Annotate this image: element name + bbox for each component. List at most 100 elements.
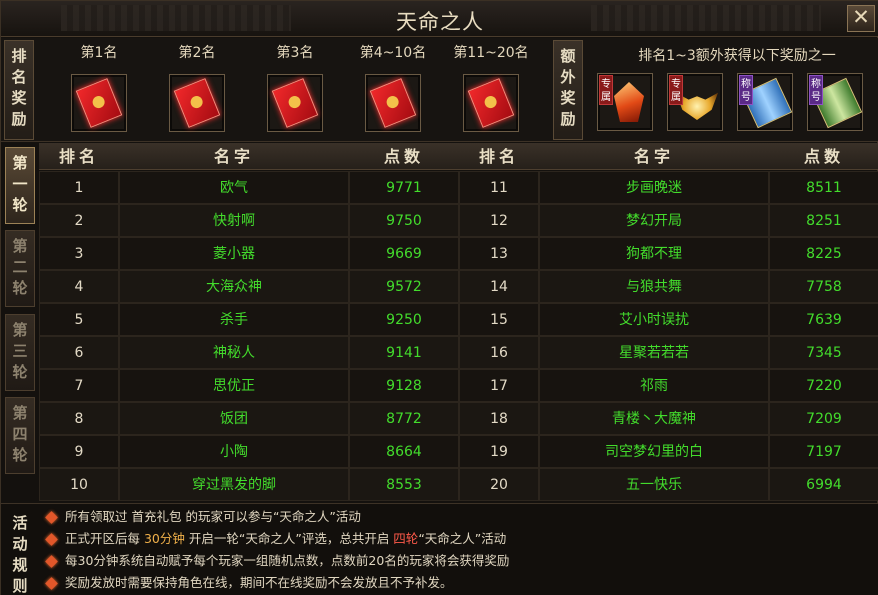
- reward-item-slot[interactable]: [71, 74, 127, 132]
- cell-name: 梦幻开局: [539, 204, 769, 237]
- tab-char: 励: [11, 110, 27, 128]
- tab-char: 轮: [12, 363, 28, 381]
- table-row: 18 青楼丶大魔神 7209: [459, 402, 878, 435]
- rule-text: “天命之人”活动: [418, 531, 507, 546]
- cell-rank: 16: [459, 336, 539, 369]
- cell-name: 神秘人: [119, 336, 349, 369]
- reward-badge: 称号: [739, 75, 753, 105]
- round-tab-1[interactable]: 第一轮: [5, 147, 35, 224]
- extra-reward-slot[interactable]: 专属: [667, 73, 723, 131]
- table-row: 14 与狼共舞 7758: [459, 270, 878, 303]
- cell-rank: 4: [39, 270, 119, 303]
- cell-rank: 9: [39, 435, 119, 468]
- rule-text: 开启一轮“天命之人”评选，总共开启: [184, 531, 394, 546]
- table-row: 9 小陶 8664: [39, 435, 459, 468]
- column-header-score: 点数: [383, 147, 424, 166]
- cell-score: 7639: [769, 303, 878, 336]
- tab-char: 轮: [12, 446, 28, 464]
- cell-name: 快射啊: [119, 204, 349, 237]
- bullet-diamond-icon: [45, 577, 58, 590]
- cell-name: 司空梦幻里的白: [539, 435, 769, 468]
- extra-reward-slot[interactable]: 称号: [737, 73, 793, 131]
- tab-char: 四: [12, 425, 28, 443]
- cell-name: 大海众神: [119, 270, 349, 303]
- tab-char: 励: [560, 110, 576, 128]
- rules-panel: 活动规则 所有领取过 首充礼包 的玩家可以参与“天命之人”活动 正式开区后每 30…: [1, 503, 878, 595]
- cell-rank: 5: [39, 303, 119, 336]
- table-row: 3 菱小器 9669: [39, 237, 459, 270]
- extra-reward-slot[interactable]: 专属: [597, 73, 653, 131]
- table-row: 17 祁雨 7220: [459, 369, 878, 402]
- cell-name: 步画晚迷: [539, 171, 769, 204]
- game-window: 天命之人 ✕ 排名奖励 额外奖励 排名1~3额外获得以下奖励之一 第1名 第2名第…: [0, 0, 878, 595]
- table-row: 15 艾小时误扰 7639: [459, 303, 878, 336]
- table-row: 11 步画晚迷 8511: [459, 171, 878, 204]
- reward-item-slot[interactable]: [463, 74, 519, 132]
- extra-reward-tab: 额外奖励: [553, 40, 583, 140]
- rank-reward-label: 第4~10名: [359, 45, 427, 61]
- reward-item-slot[interactable]: [169, 74, 225, 132]
- cell-score: 7345: [769, 336, 878, 369]
- rank-reward-label: 第11~20名: [453, 45, 529, 61]
- cell-score: 7220: [769, 369, 878, 402]
- round-tab-3[interactable]: 第三轮: [5, 314, 35, 391]
- tab-char: 奖: [11, 89, 27, 107]
- round-tab-2[interactable]: 第二轮: [5, 230, 35, 307]
- rule-line: 正式开区后每 30分钟 开启一轮“天命之人”评选，总共开启 四轮“天命之人”活动: [45, 528, 507, 550]
- cell-rank: 12: [459, 204, 539, 237]
- cell-score: 8553: [349, 468, 459, 501]
- cell-rank: 7: [39, 369, 119, 402]
- column-header-name: 名字: [213, 147, 254, 166]
- cell-rank: 8: [39, 402, 119, 435]
- close-button[interactable]: ✕: [847, 5, 875, 32]
- tab-char: 第: [12, 321, 28, 339]
- reward-item-slot[interactable]: [267, 74, 323, 132]
- column-header-name: 名字: [633, 147, 674, 166]
- cell-rank: 19: [459, 435, 539, 468]
- flame-crystal-icon: [614, 82, 644, 122]
- tab-char: 三: [12, 342, 28, 360]
- cell-score: 9771: [349, 171, 459, 204]
- reward-panel: 排名奖励 额外奖励 排名1~3额外获得以下奖励之一 第1名 第2名 第3名 第4~10…: [1, 38, 878, 142]
- table-row: 7 思优正 9128: [39, 369, 459, 402]
- cell-score: 8772: [349, 402, 459, 435]
- tab-char: 一: [12, 175, 28, 193]
- cell-rank: 13: [459, 237, 539, 270]
- ranking-table: 排名 名字 点数 排名 名字 点数 1 欧气 9771 2 快射啊 9750 3 菱小器 9669 4 大海众神…: [39, 143, 878, 503]
- table-row: 13 狗都不理 8225: [459, 237, 878, 270]
- column-header-rank: 排名: [478, 147, 519, 166]
- cell-score: 9250: [349, 303, 459, 336]
- cell-score: 8251: [769, 204, 878, 237]
- tab-char: 排: [11, 47, 27, 65]
- cell-score: 7209: [769, 402, 878, 435]
- cell-score: 8664: [349, 435, 459, 468]
- tab-char: 则: [12, 577, 28, 595]
- rules-tab: 活动规则: [5, 508, 35, 595]
- rank-reward-label: 第3名: [276, 45, 314, 61]
- table-header: 排名 名字 点数: [39, 143, 459, 170]
- cell-name: 五一快乐: [539, 468, 769, 501]
- reward-badge: 称号: [809, 75, 823, 105]
- red-envelope-icon: [173, 78, 221, 128]
- cell-rank: 2: [39, 204, 119, 237]
- cell-rank: 18: [459, 402, 539, 435]
- table-row: 8 饭团 8772: [39, 402, 459, 435]
- tab-char: 规: [12, 556, 28, 574]
- round-tab-4[interactable]: 第四轮: [5, 397, 35, 474]
- rank-reward-slot: 第4~10名: [343, 38, 443, 132]
- rule-line: 奖励发放时需要保持角色在线，期间不在线奖励不会发放且不予补发。: [45, 572, 453, 594]
- title-bar: 天命之人 ✕: [1, 1, 878, 37]
- rule-line: 所有领取过 首充礼包 的玩家可以参与“天命之人”活动: [45, 506, 361, 528]
- tab-char: 额: [560, 47, 576, 65]
- cell-score: 9128: [349, 369, 459, 402]
- table-row: 6 神秘人 9141: [39, 336, 459, 369]
- reward-item-slot[interactable]: [365, 74, 421, 132]
- cell-rank: 3: [39, 237, 119, 270]
- extra-reward-slot[interactable]: 称号: [807, 73, 863, 131]
- cell-rank: 15: [459, 303, 539, 336]
- cell-name: 穿过黑发的脚: [119, 468, 349, 501]
- tab-char: 第: [12, 237, 28, 255]
- rule-text: 30分钟: [143, 531, 185, 546]
- rank-reward-slot: 第3名: [245, 38, 345, 132]
- tab-char: 第: [12, 404, 28, 422]
